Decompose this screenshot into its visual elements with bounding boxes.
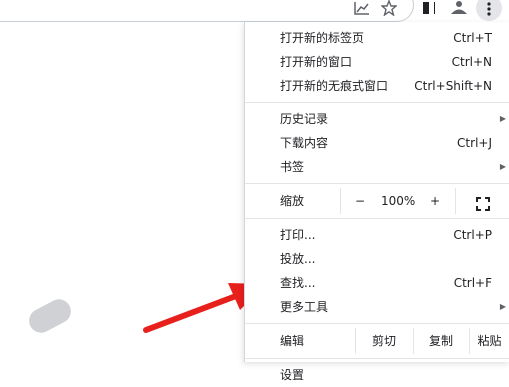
menu-separator <box>245 323 509 324</box>
menu-item-shortcut: Ctrl+T <box>453 31 492 45</box>
submenu-arrow-icon: ▶ <box>499 302 506 311</box>
browser-menu: 打开新的标签页 Ctrl+T 打开新的窗口 Ctrl+N 打开新的无痕式窗口 C… <box>244 22 509 382</box>
menu-item-label: 打开新的窗口 <box>280 55 353 69</box>
menu-item-shortcut: Ctrl+N <box>451 55 492 69</box>
cut-button[interactable]: 剪切 <box>355 328 413 354</box>
menu-item-history[interactable]: 历史记录 ▶ <box>245 107 509 131</box>
menu-item-label: 投放... <box>280 252 316 266</box>
menu-item-new-tab[interactable]: 打开新的标签页 Ctrl+T <box>245 26 509 50</box>
menu-separator <box>245 358 509 359</box>
menu-item-print[interactable]: 打印... Ctrl+P <box>245 223 509 247</box>
submenu-arrow-icon: ▶ <box>499 114 506 123</box>
menu-item-shortcut: Ctrl+P <box>453 228 492 242</box>
menu-item-more-tools[interactable]: 更多工具 ▶ <box>245 295 509 319</box>
zoom-out-button[interactable]: − <box>355 188 365 214</box>
menu-item-label: 打开新的无痕式窗口 <box>280 79 389 93</box>
more-vert-icon[interactable] <box>476 0 502 21</box>
menu-item-label: 书签 <box>280 160 305 174</box>
decorative-blob <box>24 295 76 337</box>
submenu-arrow-icon: ▶ <box>499 162 506 171</box>
profile-icon[interactable] <box>450 1 467 17</box>
menu-zoom-row: 缩放 − 100% + <box>245 188 509 214</box>
menu-separator <box>245 183 509 184</box>
menu-item-label: 查找... <box>280 276 316 290</box>
copy-button[interactable]: 复制 <box>413 328 469 354</box>
fullscreen-icon[interactable] <box>476 194 490 211</box>
edit-label: 编辑 <box>280 334 305 348</box>
menu-item-cast[interactable]: 投放... <box>245 247 509 271</box>
menu-item-bookmarks[interactable]: 书签 ▶ <box>245 155 509 179</box>
paste-button[interactable]: 粘贴 <box>469 328 509 354</box>
reading-list-icon[interactable] <box>421 1 437 17</box>
browser-toolbar <box>0 0 509 22</box>
menu-item-shortcut: Ctrl+J <box>457 136 492 150</box>
menu-separator <box>245 218 509 219</box>
menu-item-shortcut: Ctrl+Shift+N <box>414 79 492 93</box>
menu-separator <box>245 102 509 103</box>
zoom-divider <box>455 188 456 214</box>
menu-item-new-incognito-window[interactable]: 打开新的无痕式窗口 Ctrl+Shift+N <box>245 74 509 98</box>
zoom-label: 缩放 <box>280 194 305 208</box>
trending-chart-icon[interactable] <box>354 0 370 16</box>
menu-item-label: 设置 <box>280 368 305 382</box>
menu-item-find[interactable]: 查找... Ctrl+F <box>245 271 509 295</box>
menu-item-settings[interactable]: 设置 <box>245 363 509 387</box>
menu-item-label: 更多工具 <box>280 300 329 314</box>
menu-item-new-window[interactable]: 打开新的窗口 Ctrl+N <box>245 50 509 74</box>
address-bar[interactable] <box>0 0 414 22</box>
zoom-divider <box>340 188 341 214</box>
zoom-in-button[interactable]: + <box>430 188 440 214</box>
menu-item-label: 历史记录 <box>280 112 329 126</box>
menu-item-shortcut: Ctrl+F <box>453 276 492 290</box>
menu-item-downloads[interactable]: 下载内容 Ctrl+J <box>245 131 509 155</box>
bookmark-star-icon[interactable] <box>380 0 398 17</box>
menu-item-label: 打开新的标签页 <box>280 31 365 45</box>
menu-item-label: 打印... <box>280 228 316 242</box>
menu-item-label: 下载内容 <box>280 136 329 150</box>
zoom-level: 100% <box>381 194 416 208</box>
menu-edit-row: 编辑 剪切 复制 粘贴 <box>245 328 509 354</box>
